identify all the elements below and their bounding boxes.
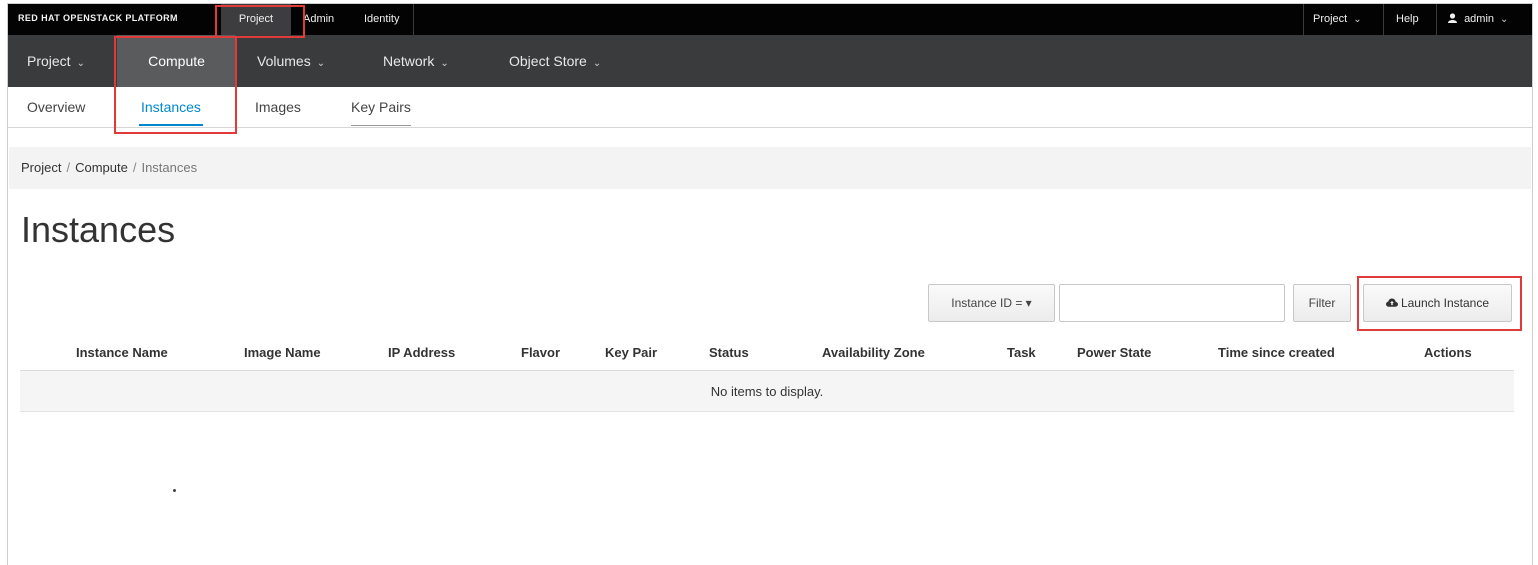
tab-overview[interactable]: Overview bbox=[27, 87, 85, 128]
instances-table-body: No items to display. bbox=[20, 370, 1514, 412]
breadcrumb-separator: / bbox=[66, 160, 71, 175]
column-header-availability-zone[interactable]: Availability Zone bbox=[822, 340, 925, 366]
masthead-tab-identity[interactable]: Identity bbox=[364, 4, 399, 35]
column-header-flavor[interactable]: Flavor bbox=[521, 340, 560, 366]
breadcrumb-instances: Instances bbox=[141, 160, 198, 175]
app-frame: RED HAT OPENSTACK PLATFORM Project Admin… bbox=[7, 3, 1533, 565]
empty-table-message: No items to display. bbox=[710, 384, 824, 399]
user-icon bbox=[1448, 13, 1457, 24]
nav-project[interactable]: Project ⌄ bbox=[27, 35, 85, 87]
column-header-key-pair[interactable]: Key Pair bbox=[605, 340, 657, 366]
masthead-divider bbox=[1303, 4, 1304, 35]
column-header-image-name[interactable]: Image Name bbox=[244, 340, 321, 366]
masthead-divider bbox=[413, 4, 414, 35]
chevron-down-icon: ⌄ bbox=[1500, 14, 1509, 25]
tab-key-pairs[interactable]: Key Pairs bbox=[351, 87, 411, 128]
masthead-tab-project[interactable]: Project bbox=[221, 4, 291, 35]
tab-images[interactable]: Images bbox=[255, 87, 301, 128]
stray-dot bbox=[173, 489, 176, 492]
nav-network[interactable]: Network ⌄ bbox=[383, 35, 449, 87]
breadcrumb-project[interactable]: Project bbox=[21, 160, 61, 175]
help-link[interactable]: Help bbox=[1396, 4, 1419, 35]
filter-button[interactable]: Filter bbox=[1293, 284, 1351, 322]
column-header-actions: Actions bbox=[1424, 345, 1472, 360]
masthead-tab-admin[interactable]: Admin bbox=[303, 4, 334, 35]
nav-object-store[interactable]: Object Store ⌄ bbox=[509, 35, 601, 87]
cloud-upload-icon bbox=[1385, 298, 1398, 307]
filter-input[interactable] bbox=[1059, 284, 1285, 322]
chevron-down-icon: ⌄ bbox=[76, 58, 85, 69]
nav-volumes[interactable]: Volumes ⌄ bbox=[257, 35, 325, 87]
masthead-divider bbox=[1383, 4, 1384, 35]
launch-instance-button[interactable]: Launch Instance bbox=[1363, 284, 1512, 322]
masthead-divider bbox=[1436, 4, 1437, 35]
column-header-ip-address[interactable]: IP Address bbox=[388, 340, 455, 366]
nav-compute[interactable]: Compute bbox=[117, 35, 236, 87]
column-header-task[interactable]: Task bbox=[1007, 340, 1036, 366]
brand-logo: RED HAT OPENSTACK PLATFORM bbox=[18, 13, 178, 23]
project-menu[interactable]: Project ⌄ bbox=[1313, 4, 1362, 35]
filter-field-select[interactable]: Instance ID = ▾ bbox=[928, 284, 1055, 322]
breadcrumb-compute[interactable]: Compute bbox=[75, 160, 128, 175]
column-header-power-state[interactable]: Power State bbox=[1077, 340, 1151, 366]
user-menu[interactable]: admin ⌄ bbox=[1448, 4, 1508, 35]
breadcrumb: Project / Compute / Instances bbox=[9, 147, 1531, 189]
chevron-down-icon: ⌄ bbox=[316, 58, 326, 69]
column-header-status[interactable]: Status bbox=[709, 340, 749, 366]
chevron-down-icon: ⌄ bbox=[592, 58, 602, 69]
breadcrumb-separator: / bbox=[132, 160, 137, 175]
tab-instances[interactable]: Instances bbox=[139, 87, 203, 128]
masthead: RED HAT OPENSTACK PLATFORM Project Admin… bbox=[8, 4, 1532, 35]
compute-tabs: Overview Instances Images Key Pairs bbox=[8, 87, 1532, 128]
chevron-down-icon: ⌄ bbox=[440, 58, 449, 69]
chevron-down-icon: ⌄ bbox=[1353, 14, 1362, 25]
page-title: Instances bbox=[21, 209, 176, 250]
primary-nav: Project ⌄ Compute Volumes ⌄ Network ⌄ Objec… bbox=[8, 35, 1532, 87]
column-header-time-since-created[interactable]: Time since created bbox=[1218, 340, 1335, 366]
column-header-instance-name[interactable]: Instance Name bbox=[76, 340, 168, 366]
